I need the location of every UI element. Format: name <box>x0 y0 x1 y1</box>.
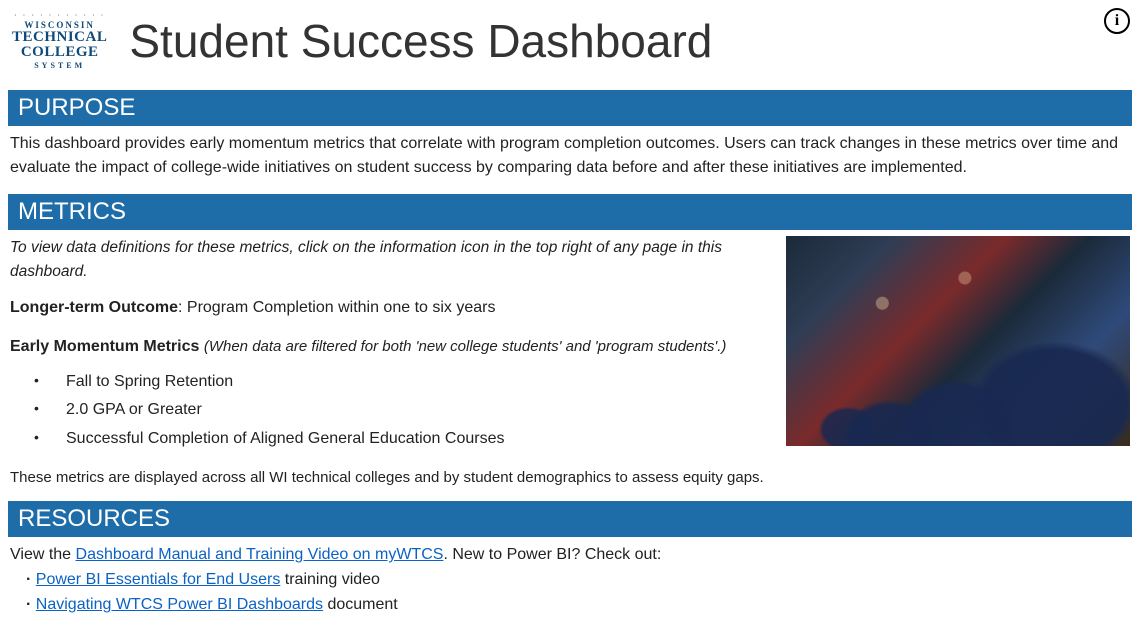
metrics-heading: METRICS <box>8 194 1132 230</box>
resources-intro-suffix: . New to Power BI? Check out: <box>443 546 661 563</box>
longer-term-outcome-label: Longer-term Outcome <box>10 299 178 316</box>
longer-term-outcome-row: Longer-term Outcome: Program Completion … <box>10 296 776 321</box>
early-momentum-label: Early Momentum Metrics <box>10 338 199 355</box>
resources-body: View the Dashboard Manual and Training V… <box>0 537 1140 617</box>
resource-link-suffix: document <box>323 596 398 613</box>
list-item: 2.0 GPA or Greater <box>34 398 776 423</box>
wtcs-logo: · · · · · · · · · · · WISCONSIN TECHNICA… <box>12 12 107 70</box>
dashboard-manual-link[interactable]: Dashboard Manual and Training Video on m… <box>76 546 444 563</box>
header: · · · · · · · · · · · WISCONSIN TECHNICA… <box>0 0 1140 90</box>
logo-college: COLLEGE <box>21 45 99 60</box>
metrics-hint: To view data definitions for these metri… <box>10 236 776 284</box>
list-item: Successful Completion of Aligned General… <box>34 427 776 452</box>
logo-dots-icon: · · · · · · · · · · · <box>14 12 105 20</box>
metrics-footer: These metrics are displayed across all W… <box>10 466 776 489</box>
logo-technical: TECHNICAL <box>12 30 107 45</box>
metrics-body: To view data definitions for these metri… <box>0 230 1140 491</box>
list-item: Power BI Essentials for End Users traini… <box>26 568 1130 593</box>
purpose-body: This dashboard provides early momentum m… <box>0 126 1140 194</box>
info-icon[interactable]: i <box>1104 8 1130 34</box>
graduation-photo <box>786 236 1130 446</box>
resources-heading: RESOURCES <box>8 501 1132 537</box>
metrics-bullet-list: Fall to Spring Retention 2.0 GPA or Grea… <box>10 370 776 452</box>
resource-link-suffix: training video <box>280 571 380 588</box>
early-momentum-caveat: (When data are filtered for both 'new co… <box>204 338 727 355</box>
list-item: Fall to Spring Retention <box>34 370 776 395</box>
early-momentum-row: Early Momentum Metrics (When data are fi… <box>10 335 776 360</box>
longer-term-outcome-value: : Program Completion within one to six y… <box>178 299 495 316</box>
info-icon-glyph: i <box>1115 12 1119 30</box>
navigating-wtcs-link[interactable]: Navigating WTCS Power BI Dashboards <box>36 596 323 613</box>
purpose-heading: PURPOSE <box>8 90 1132 126</box>
powerbi-essentials-link[interactable]: Power BI Essentials for End Users <box>36 571 281 588</box>
logo-system: SYSTEM <box>34 62 85 70</box>
list-item: Navigating WTCS Power BI Dashboards docu… <box>26 593 1130 618</box>
metrics-text: To view data definitions for these metri… <box>10 236 776 489</box>
resources-intro-line: View the Dashboard Manual and Training V… <box>10 543 1130 568</box>
page-title: Student Success Dashboard <box>129 14 712 68</box>
resources-link-list: Power BI Essentials for End Users traini… <box>10 568 1130 618</box>
resources-intro-prefix: View the <box>10 546 76 563</box>
